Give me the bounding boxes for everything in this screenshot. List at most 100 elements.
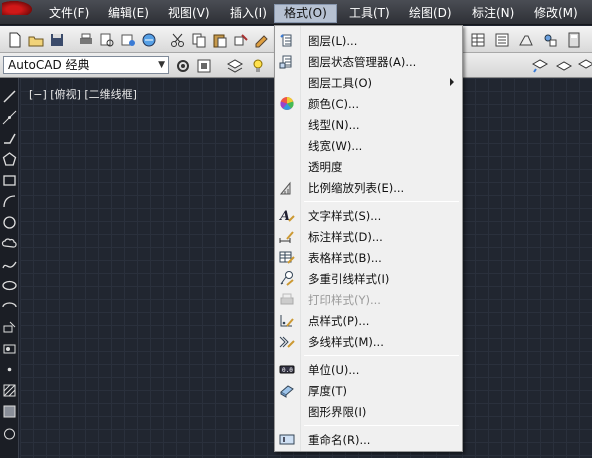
menu-item-linetype[interactable]: 线型(N)... bbox=[275, 114, 462, 135]
menu-item-label: 文字样式(S)... bbox=[308, 209, 382, 223]
layer-properties-icon[interactable] bbox=[225, 56, 244, 74]
layer-walk-icon[interactable] bbox=[576, 56, 592, 74]
menu-item-drawing-limits[interactable]: 图形界限(I) bbox=[275, 401, 462, 422]
toolbar-icon-1[interactable] bbox=[468, 30, 486, 48]
publish-icon[interactable] bbox=[118, 30, 136, 48]
print-preview-icon[interactable] bbox=[97, 30, 115, 48]
menu-edit[interactable]: 编辑(E) bbox=[106, 5, 151, 22]
menu-item-label: 单位(U)... bbox=[308, 363, 360, 377]
menu-item-label: 图层工具(O) bbox=[308, 76, 373, 90]
toolbar-lock-icon[interactable] bbox=[194, 56, 212, 74]
menu-item-label: 比例缩放列表(E)... bbox=[308, 181, 405, 195]
spline-icon[interactable] bbox=[1, 256, 18, 273]
arc-icon[interactable] bbox=[1, 193, 18, 210]
text-style-icon: A bbox=[278, 207, 296, 224]
match-properties-icon[interactable] bbox=[231, 30, 249, 48]
layer-match-icon[interactable] bbox=[554, 56, 573, 74]
menu-item-label: 颜色(C)... bbox=[308, 97, 359, 111]
menu-item-label: 多线样式(M)... bbox=[308, 335, 384, 349]
menu-dimension[interactable]: 标注(N) bbox=[470, 5, 516, 22]
save-icon[interactable] bbox=[47, 30, 65, 48]
menu-draw[interactable]: 绘图(D) bbox=[407, 5, 454, 22]
menu-item-point-style[interactable]: 点样式(P)... bbox=[275, 310, 462, 331]
workspace-select-value: AutoCAD 经典 bbox=[8, 58, 90, 72]
make-block-icon[interactable] bbox=[1, 340, 18, 357]
menu-item-multileader-style[interactable]: 多重引线样式(I) bbox=[275, 268, 462, 289]
menu-item-dimension-style[interactable]: 标注样式(D)... bbox=[275, 226, 462, 247]
workspace-settings-icon[interactable] bbox=[173, 56, 191, 74]
paste-icon[interactable] bbox=[210, 30, 228, 48]
menu-insert[interactable]: 插入(I) bbox=[228, 5, 269, 22]
layer-previous-icon[interactable] bbox=[530, 56, 549, 74]
rectangle-icon[interactable] bbox=[1, 172, 18, 189]
menu-format[interactable]: 格式(O) bbox=[274, 4, 337, 23]
calculator-icon[interactable] bbox=[564, 30, 582, 48]
lightbulb-icon[interactable] bbox=[248, 56, 266, 74]
menu-separator bbox=[304, 425, 459, 426]
ellipse-arc-icon[interactable] bbox=[1, 298, 18, 315]
insert-block-icon[interactable] bbox=[1, 319, 18, 336]
menu-item-label: 点样式(P)... bbox=[308, 314, 370, 328]
ellipse-icon[interactable] bbox=[1, 277, 18, 294]
svg-text:0.0: 0.0 bbox=[282, 367, 293, 374]
3d-dwf-icon[interactable] bbox=[139, 30, 157, 48]
construction-line-icon[interactable] bbox=[1, 109, 18, 126]
print-icon[interactable] bbox=[76, 30, 94, 48]
menu-item-scale-list[interactable]: 比例缩放列表(E)... bbox=[275, 177, 462, 198]
menu-item-lineweight[interactable]: 线宽(W)... bbox=[275, 135, 462, 156]
color-wheel-icon bbox=[278, 95, 296, 112]
cut-icon[interactable] bbox=[168, 30, 186, 48]
new-file-icon[interactable] bbox=[5, 30, 23, 48]
menu-separator bbox=[304, 201, 459, 202]
menu-item-color[interactable]: 颜色(C)... bbox=[275, 93, 462, 114]
menu-item-rename[interactable]: 重命名(R)... bbox=[275, 429, 462, 450]
gradient-icon[interactable] bbox=[1, 403, 18, 420]
revision-cloud-icon[interactable] bbox=[1, 235, 18, 252]
menu-tools[interactable]: 工具(T) bbox=[347, 5, 392, 22]
chevron-down-icon: ▼ bbox=[158, 60, 165, 70]
autocad-logo-icon[interactable] bbox=[2, 1, 32, 15]
copy-icon[interactable] bbox=[189, 30, 207, 48]
menu-item-plot-style: 打印样式(Y)... bbox=[275, 289, 462, 310]
hatch-icon[interactable] bbox=[1, 382, 18, 399]
draw-toolbar bbox=[0, 78, 19, 458]
polygon-icon[interactable] bbox=[1, 151, 18, 168]
submenu-arrow-icon bbox=[450, 78, 454, 86]
menu-modify[interactable]: 修改(M) bbox=[532, 5, 580, 22]
menu-item-label: 线宽(W)... bbox=[308, 139, 363, 153]
toolbar-icon-3[interactable] bbox=[516, 30, 534, 48]
point-icon[interactable] bbox=[1, 361, 18, 378]
menu-item-thickness[interactable]: 厚度(T) bbox=[275, 380, 462, 401]
menu-file[interactable]: 文件(F) bbox=[47, 5, 91, 22]
menu-item-transparency[interactable]: 透明度 bbox=[275, 156, 462, 177]
menu-view[interactable]: 视图(V) bbox=[166, 5, 212, 22]
menu-item-label: 厚度(T) bbox=[308, 384, 347, 398]
menu-item-layer-state-manager[interactable]: 图层状态管理器(A)... bbox=[275, 51, 462, 72]
table-style-icon bbox=[278, 249, 296, 266]
toolbar-icon-4[interactable] bbox=[540, 30, 558, 48]
menu-item-label: 表格样式(B)... bbox=[308, 251, 382, 265]
workspace-select[interactable]: AutoCAD 经典 ▼ bbox=[3, 56, 169, 74]
menu-item-table-style[interactable]: 表格样式(B)... bbox=[275, 247, 462, 268]
block-editor-icon[interactable] bbox=[252, 30, 270, 48]
viewport-controls[interactable]: [−] [俯视] [二维线框] bbox=[29, 86, 137, 102]
menu-item-label: 图形界限(I) bbox=[308, 405, 367, 419]
menu-item-layer-tools[interactable]: 图层工具(O) bbox=[275, 72, 462, 93]
menu-item-label: 图层(L)... bbox=[308, 34, 358, 48]
menu-item-label: 线型(N)... bbox=[308, 118, 360, 132]
toolbar-icon-2[interactable] bbox=[492, 30, 510, 48]
circle-icon[interactable] bbox=[1, 214, 18, 231]
thickness-icon bbox=[278, 382, 296, 399]
menu-item-layer[interactable]: 图层(L)... bbox=[275, 30, 462, 51]
point-style-icon bbox=[278, 312, 296, 329]
menu-item-label: 图层状态管理器(A)... bbox=[308, 55, 417, 69]
menu-item-multiline-style[interactable]: 多线样式(M)... bbox=[275, 331, 462, 352]
menu-item-label: 标注样式(D)... bbox=[308, 230, 383, 244]
menu-item-label: 打印样式(Y)... bbox=[308, 293, 381, 307]
menu-item-units[interactable]: 0.0 单位(U)... bbox=[275, 359, 462, 380]
polyline-icon[interactable] bbox=[1, 130, 18, 147]
menu-item-text-style[interactable]: A 文字样式(S)... bbox=[275, 205, 462, 226]
open-folder-icon[interactable] bbox=[26, 30, 44, 48]
line-tool-icon[interactable] bbox=[1, 88, 18, 105]
region-icon[interactable] bbox=[1, 424, 18, 441]
